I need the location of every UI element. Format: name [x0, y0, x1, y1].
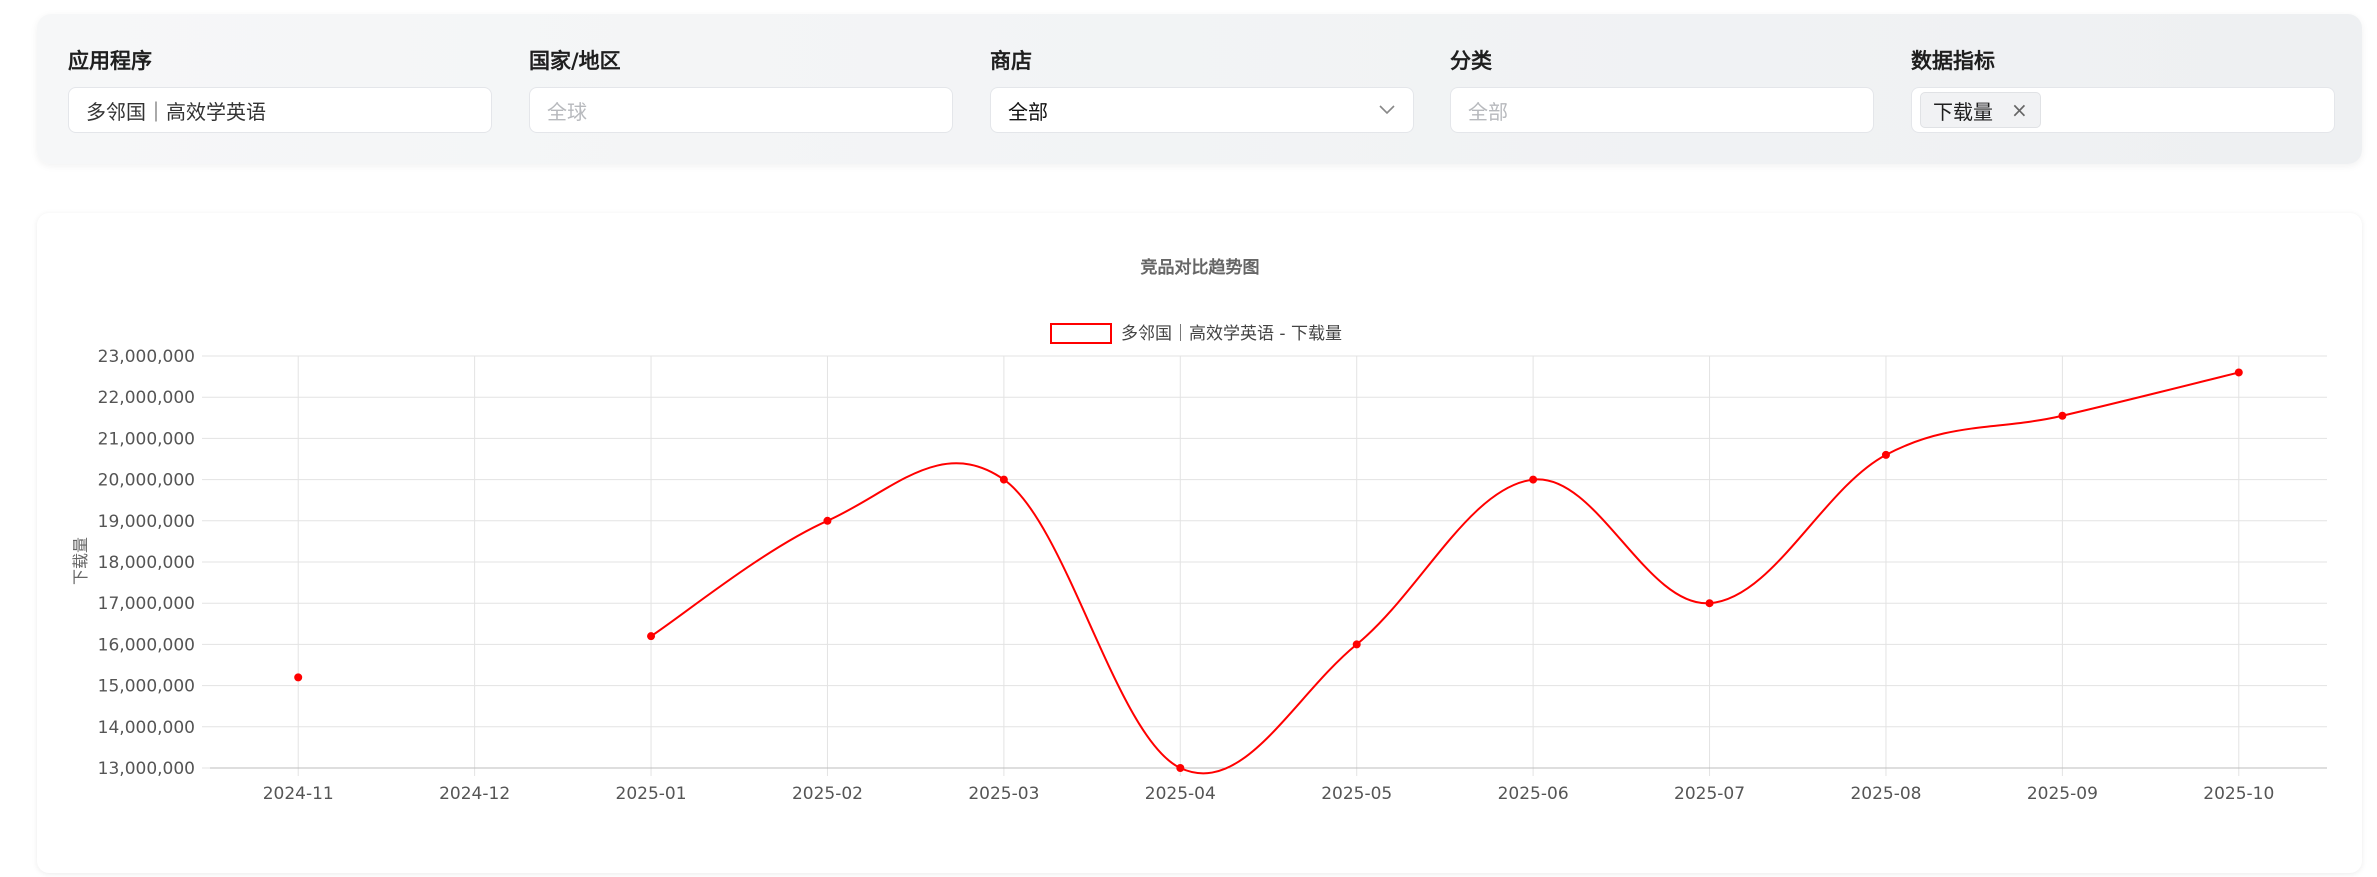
filter-metric-label: 数据指标 [1911, 49, 1995, 73]
metric-tag: 下载量 × [1920, 92, 2041, 128]
filter-category-label: 分类 [1450, 49, 1492, 73]
app-input[interactable]: 多邻国｜高效学英语 [68, 87, 492, 133]
legend-swatch [1050, 323, 1112, 344]
data-point[interactable] [823, 516, 832, 525]
chart-card: 竞品对比趋势图 多邻国｜高效学英语 - 下载量 下载量 23,000,000 22… [37, 213, 2362, 873]
y-tick-label: 22,000,000 [98, 388, 195, 408]
x-tick-label: 2024-11 [263, 784, 334, 804]
x-tick-label: 2025-01 [616, 784, 687, 804]
filter-metric: 数据指标 下载量 × [1911, 46, 2335, 133]
x-tick-label: 2025-04 [1145, 784, 1216, 804]
data-point[interactable] [647, 632, 656, 641]
y-tick-label: 14,000,000 [98, 718, 195, 738]
close-icon[interactable]: × [2011, 100, 2028, 120]
y-tick-label: 18,000,000 [98, 553, 195, 573]
store-select-value: 全部 [1008, 99, 1048, 124]
data-point[interactable] [1352, 640, 1361, 649]
x-tick-label: 2025-05 [1321, 784, 1392, 804]
data-point[interactable] [2234, 368, 2243, 377]
chart-legend[interactable]: 多邻国｜高效学英语 - 下载量 [1050, 323, 1342, 344]
metric-select[interactable]: 下载量 × [1911, 87, 2335, 133]
x-tick-label: 2025-07 [1674, 784, 1745, 804]
filter-store: 商店 全部 [990, 46, 1414, 133]
series-line [650, 371, 2240, 775]
x-tick-label: 2025-06 [1498, 784, 1569, 804]
x-ticks: 2024-11 2024-12 2025-01 2025-02 2025-03 2025-… [263, 784, 2275, 804]
y-tick-label: 13,000,000 [98, 759, 195, 779]
y-tick-label: 23,000,000 [98, 347, 195, 367]
x-tick-label: 2025-08 [1850, 784, 1921, 804]
data-point[interactable] [1176, 764, 1185, 772]
y-tick-label: 20,000,000 [98, 471, 195, 491]
metric-tag-label: 下载量 [1933, 99, 1993, 124]
trend-chart: 竞品对比趋势图 多邻国｜高效学英语 - 下载量 下载量 23,000,000 22… [71, 257, 2327, 804]
y-tick-label: 21,000,000 [98, 429, 195, 449]
category-input[interactable]: 全部 [1450, 87, 1874, 133]
store-select[interactable]: 全部 [990, 87, 1414, 133]
data-point[interactable] [294, 673, 303, 682]
app-input-value: 多邻国｜高效学英语 [86, 99, 266, 124]
region-input[interactable]: 全球 [529, 87, 953, 133]
x-tick-label: 2025-03 [968, 784, 1039, 804]
data-point[interactable] [2058, 411, 2067, 420]
filter-store-label: 商店 [990, 49, 1032, 73]
filter-panel: 应用程序 多邻国｜高效学英语 国家/地区 全球 商店 全部 分类 全部 数据指标… [37, 14, 2362, 164]
legend-label: 多邻国｜高效学英语 - 下载量 [1121, 324, 1342, 344]
series-layer [294, 368, 2243, 775]
y-axis-label: 下载量 [71, 537, 90, 585]
x-tick-label: 2025-09 [2027, 784, 2098, 804]
y-tick-label: 15,000,000 [98, 677, 195, 697]
x-tick-label: 2025-10 [2203, 784, 2274, 804]
data-point[interactable] [1705, 599, 1714, 608]
y-ticks: 23,000,000 22,000,000 21,000,000 20,000,000… [98, 347, 195, 779]
y-tick-label: 16,000,000 [98, 635, 195, 655]
y-tick-label: 17,000,000 [98, 594, 195, 614]
y-tick-label: 19,000,000 [98, 512, 195, 532]
data-point[interactable] [1881, 450, 1890, 459]
chevron-down-icon [1379, 102, 1395, 118]
region-input-placeholder: 全球 [547, 99, 587, 124]
data-point[interactable] [999, 475, 1008, 484]
x-tick-label: 2025-02 [792, 784, 863, 804]
page: 应用程序 多邻国｜高效学英语 国家/地区 全球 商店 全部 分类 全部 数据指标… [0, 0, 2377, 877]
data-point[interactable] [1529, 475, 1538, 484]
filter-region: 国家/地区 全球 [529, 46, 953, 133]
x-tick-label: 2024-12 [439, 784, 510, 804]
filter-app: 应用程序 多邻国｜高效学英语 [68, 46, 492, 133]
grid-layer [202, 355, 2327, 776]
filter-region-label: 国家/地区 [529, 49, 621, 73]
filter-category: 分类 全部 [1450, 46, 1874, 133]
chart-title: 竞品对比趋势图 [1141, 257, 1260, 278]
category-input-placeholder: 全部 [1468, 99, 1508, 124]
filter-app-label: 应用程序 [68, 49, 152, 73]
